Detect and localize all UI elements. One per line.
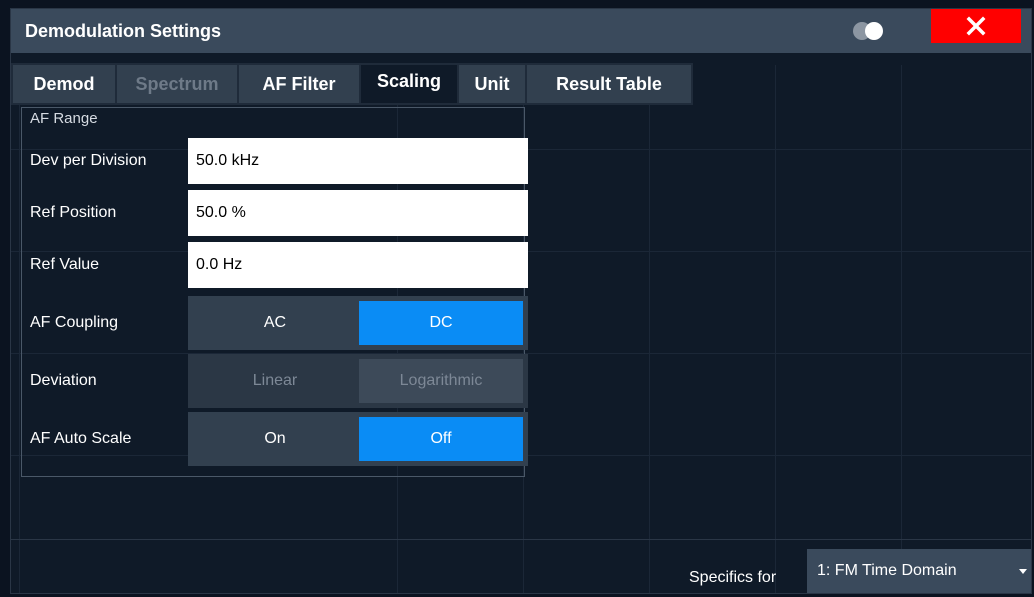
tab-af-filter[interactable]: AF Filter <box>239 65 359 103</box>
af-auto-scale-label: AF Auto Scale <box>30 430 132 447</box>
tab-result-table[interactable]: Result Table <box>527 65 691 103</box>
af-coupling-dc-option[interactable]: DC <box>359 301 523 345</box>
af-auto-scale-off-option[interactable]: Off <box>359 417 523 461</box>
specifics-for-dropdown[interactable]: 1: FM Time Domain <box>807 549 1031 593</box>
tab-scaling[interactable]: Scaling <box>361 65 457 103</box>
demodulation-settings-dialog: Demodulation Settings Demod Spectrum AF … <box>10 8 1032 594</box>
dialog-title: Demodulation Settings <box>25 21 222 41</box>
tab-unit[interactable]: Unit <box>459 65 525 103</box>
deviation-toggle: Linear Logarithmic <box>188 354 528 408</box>
dev-per-division-field[interactable]: 50.0 kHz <box>188 138 528 184</box>
ref-value-field[interactable]: 0.0 Hz <box>188 242 528 288</box>
close-button[interactable] <box>931 9 1021 43</box>
tab-bar: Demod Spectrum AF Filter Scaling Unit Re… <box>11 63 693 105</box>
close-icon <box>966 16 986 36</box>
deviation-label: Deviation <box>30 372 97 389</box>
grid-line <box>649 65 650 593</box>
grid-line <box>901 65 902 593</box>
dev-per-division-label: Dev per Division <box>30 152 147 169</box>
specifics-for-label: Specifics for <box>689 569 777 586</box>
ref-position-label: Ref Position <box>30 204 117 221</box>
grid-line <box>19 65 20 593</box>
tab-spectrum[interactable]: Spectrum <box>117 65 237 103</box>
ref-value-label: Ref Value <box>30 256 100 273</box>
af-coupling-toggle: AC DC <box>188 296 528 350</box>
ref-position-field[interactable]: 50.0 % <box>188 190 528 236</box>
title-bar: Demodulation Settings <box>11 9 1031 53</box>
af-coupling-label: AF Coupling <box>30 314 119 331</box>
specifics-selected-value: 1: FM Time Domain <box>817 562 957 579</box>
af-auto-scale-on-option[interactable]: On <box>193 417 357 461</box>
deviation-logarithmic-option[interactable]: Logarithmic <box>359 359 523 403</box>
tab-demod[interactable]: Demod <box>13 65 115 103</box>
af-range-label: AF Range <box>30 110 98 127</box>
divider <box>11 539 1031 540</box>
deviation-linear-option[interactable]: Linear <box>193 359 357 403</box>
af-range-group: AF Range Dev per Division 50.0 kHz Ref P… <box>21 107 528 477</box>
chevron-down-icon <box>1019 569 1027 574</box>
af-coupling-ac-option[interactable]: AC <box>193 301 357 345</box>
toggle-icon[interactable] <box>853 21 887 41</box>
af-auto-scale-toggle: On Off <box>188 412 528 466</box>
grid-line <box>775 65 776 593</box>
